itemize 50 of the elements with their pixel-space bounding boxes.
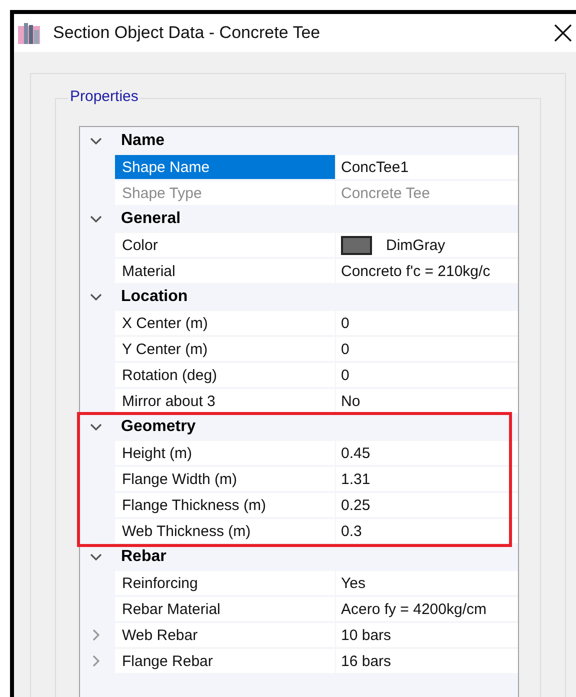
property-name[interactable]: Mirror about 3 [115,389,335,413]
property-value: 0 [341,314,350,332]
property-value: 16 bars [341,652,392,670]
property-name[interactable]: Flange Width (m) [115,467,335,491]
chevron-icon[interactable] [90,291,102,303]
category-label: Location [121,288,188,306]
property-name[interactable]: Rebar Material [115,597,335,621]
property-name[interactable]: Height (m) [115,441,335,465]
group-legend: Properties [68,88,140,105]
category-row[interactable]: Rebar [80,544,518,570]
property-name[interactable]: Rotation (deg) [115,363,335,387]
property-value: DimGray [386,236,446,254]
app-icon [18,22,40,44]
property-value: 0.45 [341,444,370,462]
category-label: Geometry [121,418,196,436]
property-value: 10 bars [341,626,392,644]
property-value: 0.25 [341,496,370,514]
category-row[interactable]: Location [80,284,518,310]
category-label: General [121,210,181,228]
chevron-icon[interactable] [90,135,102,147]
chevron-icon[interactable] [90,551,102,563]
category-row[interactable]: Name [80,128,518,154]
category-label: Rebar [121,548,166,566]
property-name[interactable]: Web Rebar [115,623,335,647]
property-value: ConcTee1 [341,158,409,176]
category-label: Name [121,132,165,150]
chevron-icon[interactable] [90,421,102,433]
property-name[interactable]: Shape Name [115,155,335,179]
window-title: Section Object Data - Concrete Tee [53,23,322,43]
property-value: Acero fy = 4200kg/cm [341,600,486,618]
property-name[interactable]: Flange Thickness (m) [115,493,335,517]
property-value: Yes [341,574,366,592]
property-value: Concreto f'c = 210kg/c [341,262,490,280]
category-row[interactable]: Geometry [80,414,518,440]
property-value: 1.31 [341,470,370,488]
property-name[interactable]: Flange Rebar [115,649,335,673]
property-name[interactable]: Reinforcing [115,571,335,595]
category-row[interactable]: General [80,206,518,232]
property-name[interactable]: Web Thickness (m) [115,519,335,543]
chevron-icon[interactable] [90,213,102,225]
property-name[interactable]: Color [115,233,335,257]
property-value: No [341,392,360,410]
property-value: Concrete Tee [341,184,430,202]
property-name[interactable]: Material [115,259,335,283]
property-name[interactable]: Y Center (m) [115,337,335,361]
property-value: 0.3 [341,522,362,540]
property-value: 0 [341,340,350,358]
property-value: 0 [341,366,350,384]
close-icon[interactable] [554,24,572,42]
property-name[interactable]: X Center (m) [115,311,335,335]
